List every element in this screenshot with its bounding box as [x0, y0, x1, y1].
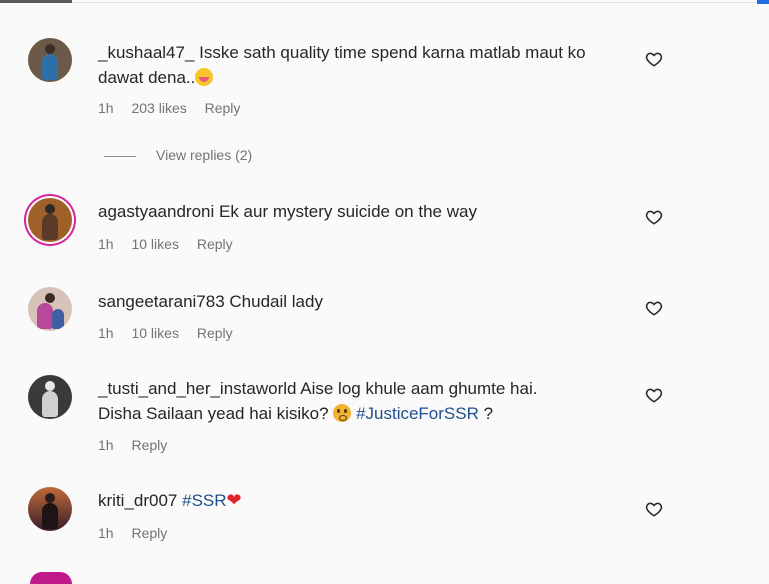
comment-text: kriti_dr007 #SSR❤: [98, 488, 618, 513]
top-divider-accent: [757, 0, 769, 4]
comment-username[interactable]: kriti_dr007: [98, 491, 177, 510]
hashtag-link[interactable]: #JusticeForSSR: [356, 404, 479, 423]
laughing-emoji-icon: [195, 68, 214, 86]
avatar[interactable]: [28, 287, 72, 331]
comment-body: Ek aur mystery suicide on the way: [219, 202, 477, 221]
heart-outline-icon[interactable]: [645, 299, 663, 317]
comment-meta: 1h 10 likes Reply: [98, 236, 247, 252]
reply-button[interactable]: Reply: [205, 100, 241, 116]
comment-meta: 1h 203 likes Reply: [98, 100, 254, 116]
reply-button[interactable]: Reply: [131, 437, 167, 453]
flushed-emoji-icon: [333, 404, 352, 422]
avatar[interactable]: [28, 198, 72, 242]
reply-button[interactable]: Reply: [197, 325, 233, 341]
comment-username[interactable]: sangeetarani783: [98, 292, 225, 311]
comment-time[interactable]: 1h: [98, 100, 114, 116]
avatar[interactable]: [28, 38, 72, 82]
avatar[interactable]: [28, 487, 72, 531]
comment-likes[interactable]: 10 likes: [131, 236, 178, 252]
comment-username[interactable]: _tusti_and_her_instaworld: [98, 379, 296, 398]
comment-likes[interactable]: 10 likes: [131, 325, 178, 341]
red-heart-emoji-icon: ❤: [226, 490, 242, 510]
heart-outline-icon[interactable]: [645, 500, 663, 518]
reply-button[interactable]: Reply: [197, 236, 233, 252]
top-divider-line: [72, 2, 757, 3]
hashtag-link[interactable]: #SSR: [182, 491, 226, 510]
comment-body-line2: Disha Sailaan yead hai kisiko?: [98, 404, 329, 423]
comment-time[interactable]: 1h: [98, 525, 114, 541]
comment-body: Chudail lady: [229, 292, 323, 311]
avatar[interactable]: [30, 572, 72, 584]
comment-meta: 1h Reply: [98, 525, 181, 541]
comment-text: _tusti_and_her_instaworld Aise log khule…: [98, 376, 618, 426]
heart-outline-icon[interactable]: [645, 386, 663, 404]
comment-trail: ?: [483, 404, 494, 423]
view-replies-label: View replies (2): [156, 147, 253, 163]
comment-text: _kushaal47_ Isske sath quality time spen…: [98, 40, 618, 90]
heart-outline-icon[interactable]: [645, 50, 663, 68]
comment-meta: 1h 10 likes Reply: [98, 325, 247, 341]
comment-body-line1: Aise log khule aam ghumte hai.: [300, 379, 538, 398]
top-divider-dark: [0, 0, 72, 3]
comment-likes[interactable]: 203 likes: [131, 100, 186, 116]
comment-text: sangeetarani783 Chudail lady: [98, 289, 618, 314]
view-replies-button[interactable]: View replies (2): [104, 147, 252, 163]
comment-username[interactable]: agastyaandroni: [98, 202, 214, 221]
comment-meta: 1h Reply: [98, 437, 181, 453]
heart-outline-icon[interactable]: [645, 208, 663, 226]
reply-button[interactable]: Reply: [131, 525, 167, 541]
top-divider: [0, 0, 769, 5]
comment-text: agastyaandroni Ek aur mystery suicide on…: [98, 199, 618, 224]
comment-time[interactable]: 1h: [98, 236, 114, 252]
comment-time[interactable]: 1h: [98, 325, 114, 341]
comment-time[interactable]: 1h: [98, 437, 114, 453]
avatar[interactable]: [28, 375, 72, 419]
comment-username[interactable]: _kushaal47_: [98, 43, 194, 62]
replies-divider: [104, 155, 136, 157]
